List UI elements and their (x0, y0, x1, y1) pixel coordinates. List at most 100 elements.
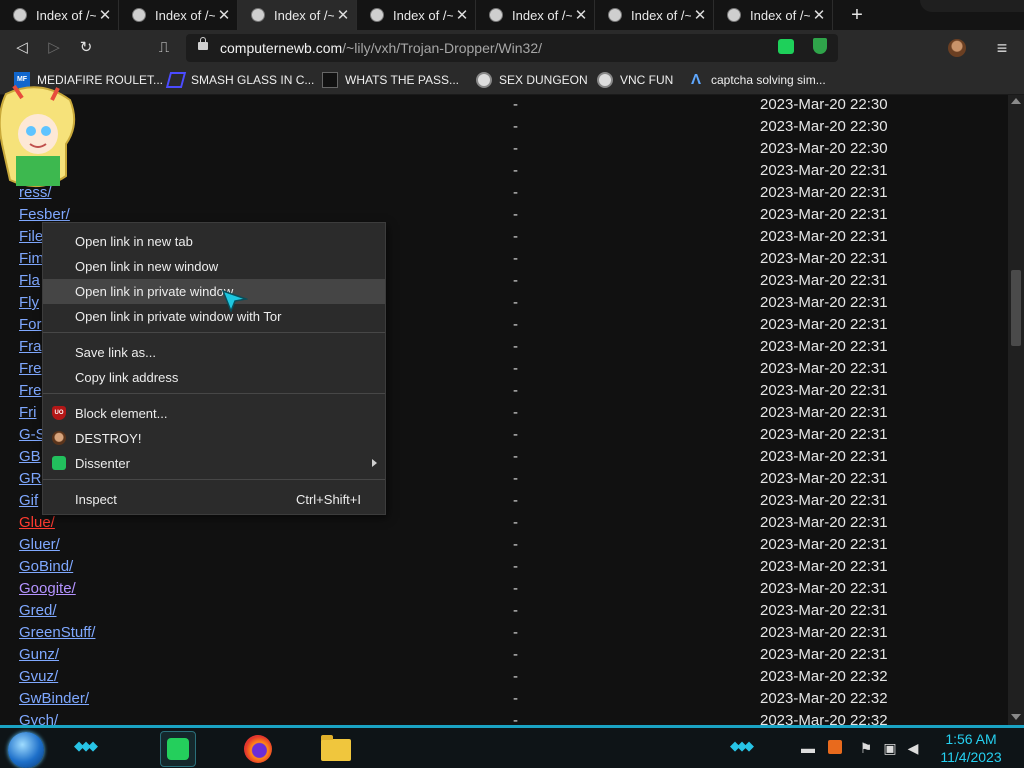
size-cell: - (513, 96, 518, 113)
tab-close-icon[interactable]: ✕ (215, 6, 233, 24)
browser-tab[interactable]: Index of /~l ✕ (714, 0, 833, 30)
modified-date-cell: 2023-Mar-20 22:31 (760, 228, 888, 245)
directory-link[interactable]: GwBinder/ (19, 690, 89, 707)
menu-item-open-private-window[interactable]: Open link in private window (43, 279, 385, 304)
menu-item-destroy[interactable]: DESTROY! (43, 426, 385, 451)
directory-link[interactable]: Fra (19, 338, 42, 355)
modified-date-cell: 2023-Mar-20 22:31 (760, 580, 888, 597)
size-cell: - (513, 426, 518, 443)
tab-close-icon[interactable]: ✕ (96, 6, 114, 24)
directory-link[interactable]: Fre (19, 360, 42, 377)
vertical-scrollbar[interactable] (1008, 95, 1024, 725)
browser-tab[interactable]: Index of /~l ✕ (476, 0, 595, 30)
menu-item-inspect[interactable]: Inspect Ctrl+Shift+I (43, 487, 385, 512)
bookmark-item[interactable]: SMASH GLASS IN C... (165, 66, 314, 94)
menu-item-open-new-tab[interactable]: Open link in new tab (43, 229, 385, 254)
system-clock[interactable]: 1:56 AM 11/4/2023 (930, 730, 1012, 766)
new-tab-button[interactable]: + (845, 2, 869, 28)
scroll-up-arrow-icon[interactable] (1011, 98, 1021, 104)
directory-link[interactable]: GoBind/ (19, 558, 73, 575)
directory-link[interactable]: Fly (19, 294, 39, 311)
robot-icon (476, 72, 492, 88)
lock-icon[interactable] (198, 37, 208, 50)
directory-link[interactable]: Gvuz/ (19, 668, 58, 685)
menu-item-block-element[interactable]: UO Block element... (43, 401, 385, 426)
size-cell: - (513, 470, 518, 487)
tab-close-icon[interactable]: ✕ (691, 6, 709, 24)
taskbar-dissenter-app[interactable] (160, 731, 196, 767)
dark-page-icon (322, 72, 338, 88)
directory-link[interactable]: Fri (19, 404, 37, 421)
action-center-flag-icon[interactable]: ⚑ (858, 740, 874, 756)
modified-date-cell: 2023-Mar-20 22:30 (760, 96, 888, 113)
directory-link[interactable]: Glue/ (19, 514, 55, 531)
menu-item-save-link[interactable]: Save link as... (43, 340, 385, 365)
tab-title: Index of /~l (393, 7, 453, 23)
forward-button[interactable]: ▷ (42, 36, 66, 60)
url-path: /~lily/vxh/Trojan-Dropper/Win32/ (342, 40, 542, 56)
bookmark-item[interactable]: VNC FUN (597, 66, 673, 94)
directory-link[interactable]: Googite/ (19, 580, 76, 597)
browser-tab[interactable]: Index of /~l ✕ (357, 0, 476, 30)
menu-item-dissenter[interactable]: Dissenter (43, 451, 385, 476)
network-icon[interactable]: ▣ (882, 740, 898, 756)
address-bar[interactable]: computernewb.com/~lily/vxh/Trojan-Droppe… (186, 34, 838, 62)
directory-link[interactable]: File (19, 228, 43, 245)
bookmark-item[interactable]: Λ captcha solving sim... (688, 66, 826, 94)
directory-link[interactable]: GreenStuff/ (19, 624, 95, 641)
table-row: ress/-2023-Mar-20 22:31 (0, 183, 1008, 205)
directory-link[interactable]: GR (19, 470, 42, 487)
reload-button[interactable]: ↻ (74, 36, 98, 60)
menu-item-copy-link[interactable]: Copy link address (43, 365, 385, 390)
url-text[interactable]: computernewb.com/~lily/vxh/Trojan-Droppe… (220, 40, 542, 56)
directory-link[interactable]: Fre (19, 382, 42, 399)
browser-tab[interactable]: Index of /~l ✕ (595, 0, 714, 30)
tray-app-icon[interactable] (828, 740, 842, 754)
browser-tab[interactable]: Index of /~l ✕ (0, 0, 119, 30)
start-button[interactable] (8, 732, 44, 768)
modified-date-cell: 2023-Mar-20 22:31 (760, 382, 888, 399)
directory-link[interactable]: GB (19, 448, 41, 465)
show-hidden-icons-icon[interactable]: ▬ (800, 740, 816, 756)
tab-close-icon[interactable]: ✕ (453, 6, 471, 24)
directory-link[interactable]: Gred/ (19, 602, 57, 619)
bookmark-item[interactable]: WHATS THE PASS... (322, 66, 459, 94)
browser-toolbar: ◁ ▷ ↻ ⎍ computernewb.com/~lily/vxh/Troja… (0, 30, 1024, 66)
directory-link[interactable]: Gych/ (19, 712, 58, 725)
browser-tab-active[interactable]: Index of /~l ✕ (238, 0, 357, 30)
directory-link[interactable]: Gunz/ (19, 646, 59, 663)
directory-link[interactable]: For (19, 316, 42, 333)
dissenter-extension-icon[interactable] (778, 39, 794, 54)
site-favicon-icon (727, 8, 741, 22)
taskbar-file-explorer[interactable] (318, 731, 354, 767)
directory-link[interactable]: Gluer/ (19, 536, 60, 553)
directory-link[interactable]: Fla (19, 272, 40, 289)
menu-item-open-new-window[interactable]: Open link in new window (43, 254, 385, 279)
bookmark-label: captcha solving sim... (711, 73, 826, 87)
directory-link[interactable]: Fesber/ (19, 206, 70, 223)
modified-date-cell: 2023-Mar-20 22:31 (760, 338, 888, 355)
browser-tab[interactable]: Index of /~l ✕ (119, 0, 238, 30)
table-row: Gred/ - 2023-Mar-20 22:31 (0, 601, 1008, 623)
scroll-down-arrow-icon[interactable] (1011, 714, 1021, 720)
back-button[interactable]: ◁ (10, 36, 34, 60)
tab-close-icon[interactable]: ✕ (810, 6, 828, 24)
taskbar-firefox-app[interactable] (240, 731, 276, 767)
table-row: Glue/ - 2023-Mar-20 22:31 (0, 513, 1008, 535)
site-favicon-icon (13, 8, 27, 22)
bookmark-icon[interactable]: ⎍ (152, 36, 176, 60)
size-cell: - (513, 624, 518, 641)
bookmark-item[interactable]: SEX DUNGEON (476, 66, 588, 94)
site-favicon-icon (132, 8, 146, 22)
menu-icon[interactable]: ≡ (994, 36, 1010, 60)
directory-link[interactable]: Fim (19, 250, 44, 267)
scrollbar-thumb[interactable] (1011, 270, 1021, 346)
directory-link[interactable]: Gif (19, 492, 38, 509)
shield-extension-icon[interactable] (813, 38, 827, 54)
profile-avatar[interactable] (948, 39, 966, 57)
tab-close-icon[interactable]: ✕ (572, 6, 590, 24)
tab-close-icon[interactable]: ✕ (334, 6, 352, 24)
volume-icon[interactable]: ◀ (905, 740, 921, 756)
size-cell: - (513, 294, 518, 311)
menu-item-open-private-tor[interactable]: Open link in private window with Tor (43, 304, 385, 329)
